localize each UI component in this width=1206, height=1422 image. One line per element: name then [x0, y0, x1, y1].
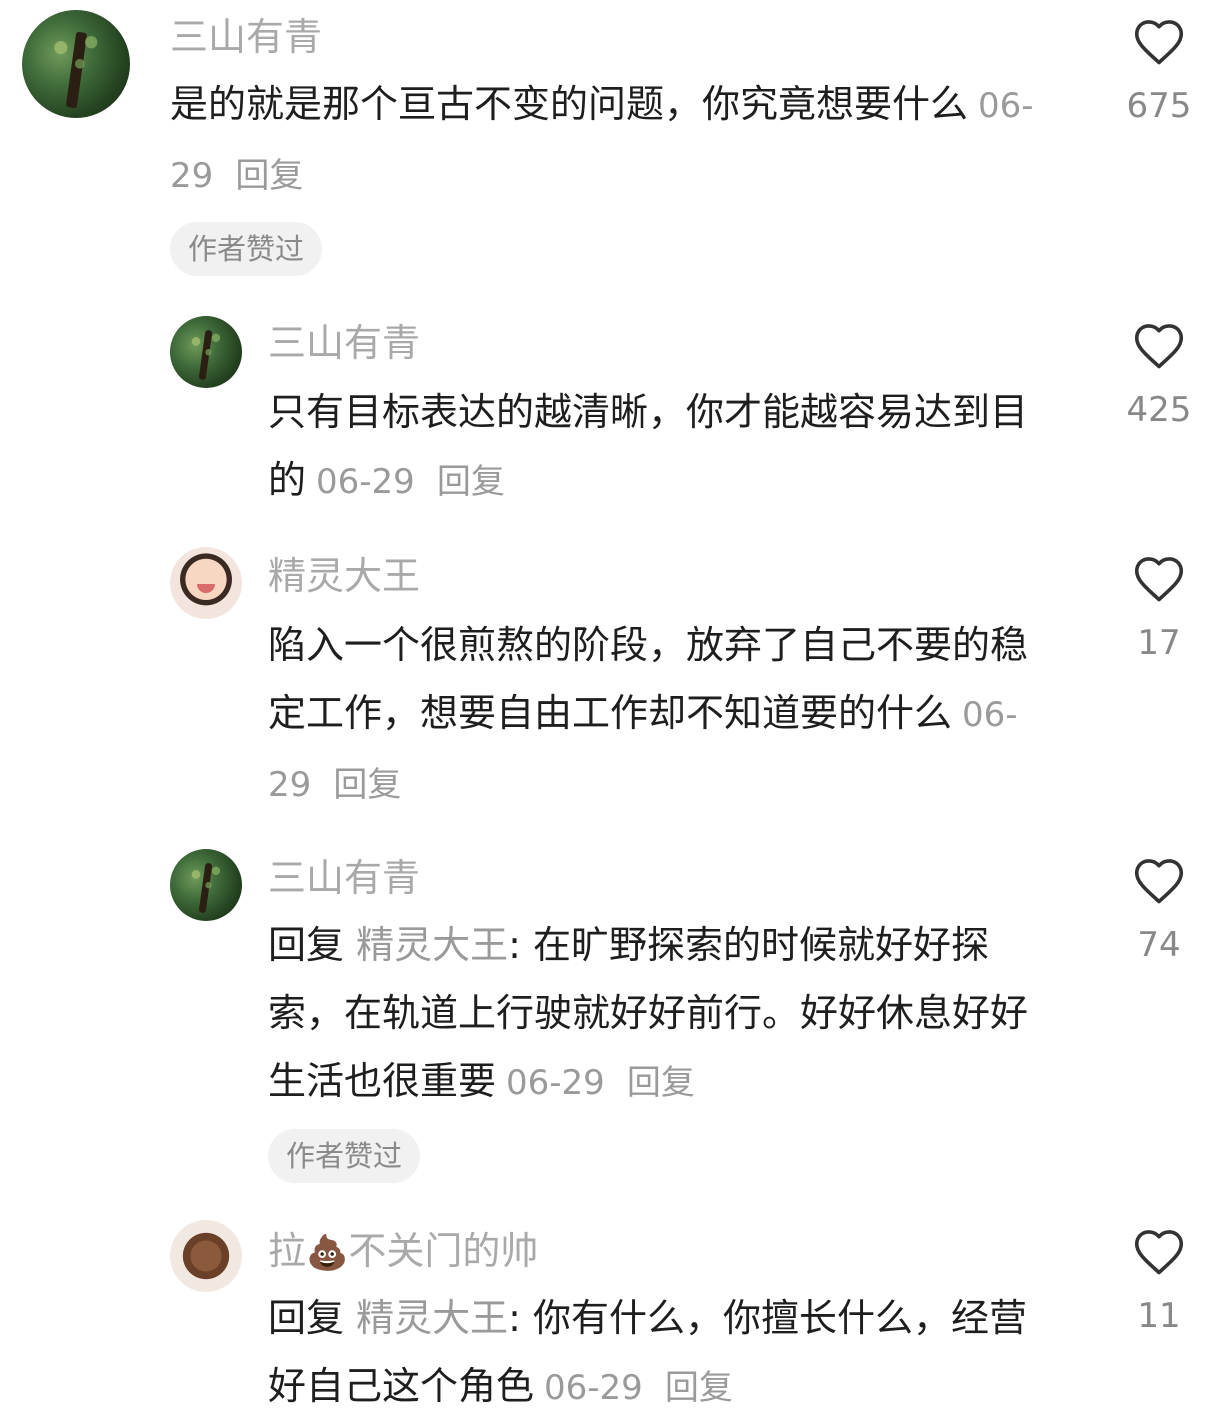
like-count: 675	[1126, 86, 1192, 126]
like-button[interactable]: 675	[1114, 16, 1204, 126]
reply-prefix: 回复	[268, 1296, 345, 1340]
comment-text: 只有目标表达的越清晰，你才能越容易达到目的 06-29 回复	[268, 378, 1058, 516]
reply-item: 拉💩不关门的帅 回复 精灵大王: 你有什么，你擅长什么，经营好自己这个角色 06-…	[0, 1210, 1206, 1410]
reply-item: 三山有青 回复 精灵大王: 在旷野探索的时候就好好探索，在轨道上行驶就好好前行。…	[0, 835, 1206, 1200]
heart-outline-icon	[1134, 859, 1184, 904]
user-avatar[interactable]	[22, 10, 130, 118]
reply-button[interactable]: 回复	[437, 462, 505, 502]
user-avatar[interactable]	[170, 316, 242, 388]
comment-username[interactable]: 三山有青	[268, 318, 420, 368]
user-avatar[interactable]	[170, 849, 242, 921]
user-avatar[interactable]	[170, 1220, 242, 1292]
comment-text: 回复 精灵大王: 你有什么，你擅长什么，经营好自己这个角色 06-29 回复	[268, 1284, 1058, 1422]
comment-date: 06-29	[506, 1063, 605, 1103]
author-liked-badge: 作者赞过	[268, 1129, 421, 1183]
like-count: 17	[1137, 623, 1181, 663]
heart-outline-icon	[1134, 324, 1184, 369]
user-avatar[interactable]	[170, 547, 242, 619]
comment-username[interactable]: 三山有青	[268, 853, 420, 903]
heart-outline-icon	[1134, 20, 1184, 65]
comment-date: 06-29	[316, 462, 415, 502]
reply-button[interactable]: 回复	[665, 1368, 733, 1408]
reply-button[interactable]: 回复	[235, 156, 303, 196]
comment-username[interactable]: 拉💩不关门的帅	[268, 1226, 538, 1278]
comment-date: 06-29	[544, 1368, 643, 1408]
reply-button[interactable]: 回复	[333, 765, 401, 805]
username-suffix: 不关门的帅	[348, 1229, 539, 1273]
username-prefix: 拉	[268, 1229, 307, 1273]
comment-username[interactable]: 精灵大王	[268, 551, 420, 601]
like-button[interactable]: 425	[1114, 320, 1204, 430]
author-liked-badge: 作者赞过	[170, 222, 323, 276]
like-button[interactable]: 74	[1114, 855, 1204, 965]
comment-username[interactable]: 三山有青	[170, 12, 322, 62]
reply-prefix: 回复	[268, 923, 345, 967]
comment-body: 是的就是那个亘古不变的问题，你究竟想要什么	[170, 82, 969, 126]
like-count: 425	[1126, 390, 1192, 430]
reply-item: 精灵大王 陷入一个很煎熬的阶段，放弃了自己不要的稳定工作，想要自由工作却不知道要…	[0, 535, 1206, 835]
reply-to-username[interactable]: 精灵大王	[356, 1296, 508, 1340]
like-count: 74	[1137, 925, 1181, 965]
comment-text: 陷入一个很煎熬的阶段，放弃了自己不要的稳定工作，想要自由工作却不知道要的什么 06…	[268, 611, 1058, 819]
heart-outline-icon	[1134, 1230, 1184, 1275]
reply-item: 三山有青 只有目标表达的越清晰，你才能越容易达到目的 06-29 回复 425	[0, 300, 1206, 530]
like-count: 11	[1137, 1296, 1181, 1336]
heart-outline-icon	[1134, 557, 1184, 602]
comment-text: 回复 精灵大王: 在旷野探索的时候就好好探索，在轨道上行驶就好好前行。好好休息好…	[268, 911, 1058, 1117]
comment-body: 陷入一个很煎熬的阶段，放弃了自己不要的稳定工作，想要自由工作却不知道要的什么	[268, 623, 1029, 735]
comment-item: 三山有青 是的就是那个亘古不变的问题，你究竟想要什么 06-29 回复 作者赞过 …	[0, 0, 1206, 300]
like-button[interactable]: 11	[1114, 1226, 1204, 1336]
like-button[interactable]: 17	[1114, 553, 1204, 663]
poop-emoji-icon: 💩	[306, 1233, 349, 1273]
comment-text: 是的就是那个亘古不变的问题，你究竟想要什么 06-29 回复	[170, 70, 1050, 210]
reply-button[interactable]: 回复	[627, 1063, 695, 1103]
reply-to-username[interactable]: 精灵大王	[356, 923, 508, 967]
